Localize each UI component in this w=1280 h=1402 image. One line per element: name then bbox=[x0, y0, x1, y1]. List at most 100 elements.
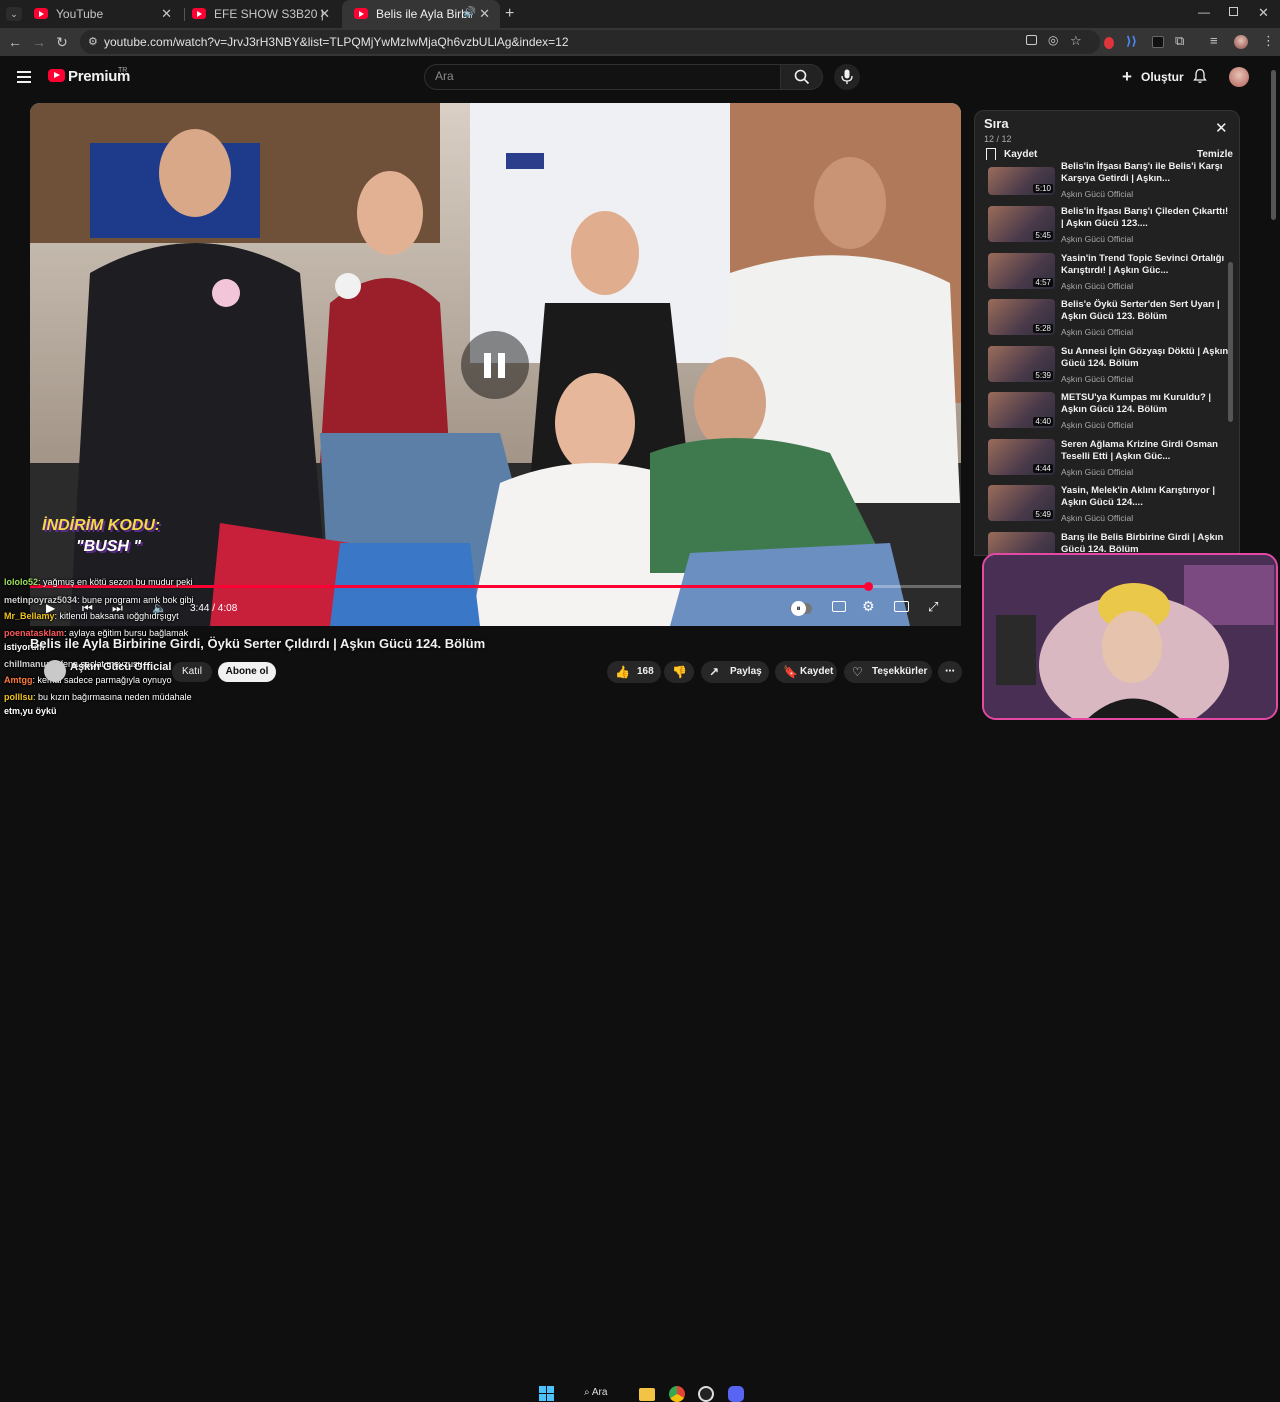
subscribe-button[interactable]: Abone ol bbox=[218, 662, 276, 682]
chat-text: : kitlendi baksana ıoğghıdrşıgyt bbox=[54, 611, 179, 621]
tab-list-button[interactable]: ⌄ bbox=[6, 7, 22, 21]
autoplay-toggle[interactable]: ⏸ bbox=[790, 601, 812, 616]
thanks-label: Teşekkürler bbox=[872, 666, 928, 677]
video-thumbnail[interactable]: 5:45 bbox=[988, 206, 1055, 242]
close-tab-icon[interactable]: ✕ bbox=[161, 6, 172, 22]
video-player[interactable]: İNDİRİM KODU: "BUSH " ▶ ⏮ ⏭ 🔈 3:44 / 4:0… bbox=[30, 103, 961, 626]
settings-gear-icon[interactable]: ⚙ bbox=[862, 598, 875, 615]
thanks-heart-icon: ♡ bbox=[852, 665, 863, 679]
back-arrow-icon[interactable]: ← bbox=[6, 33, 24, 51]
queue-item[interactable]: 5:49 Yasin, Melek'in Aklını Karıştırıyor … bbox=[975, 485, 1239, 532]
queue-item-title[interactable]: Belis'in İfşası Barış'ı Çileden Çıkarttı… bbox=[1061, 206, 1229, 230]
restore-window-icon[interactable] bbox=[1229, 7, 1238, 16]
discord-icon[interactable] bbox=[728, 1386, 744, 1402]
chrome-icon[interactable] bbox=[669, 1386, 685, 1402]
share-button[interactable]: ↗ Paylaş bbox=[701, 661, 769, 683]
microphone-icon bbox=[841, 69, 853, 84]
video-thumbnail[interactable]: 5:28 bbox=[988, 299, 1055, 335]
duration-badge: 5:39 bbox=[1033, 371, 1053, 380]
like-count: 168 bbox=[637, 666, 654, 677]
more-actions-button[interactable]: ⋯ bbox=[938, 661, 962, 683]
share-arrow-icon: ↗ bbox=[709, 665, 720, 679]
pause-overlay-icon[interactable] bbox=[461, 331, 529, 399]
create-button[interactable]: + Oluştur bbox=[1114, 65, 1184, 89]
queue-item[interactable]: 5:45 Belis'in İfşası Barış'ı Çileden Çıka… bbox=[975, 206, 1239, 253]
video-thumbnail[interactable]: 4:57 bbox=[988, 253, 1055, 289]
queue-item-channel: Aşkın Gücü Official bbox=[1061, 374, 1134, 384]
close-icon[interactable]: ✕ bbox=[1215, 119, 1228, 137]
queue-item-title[interactable]: Seren Ağlama Krizine Girdi Osman Teselli… bbox=[1061, 439, 1229, 463]
subtitles-icon[interactable] bbox=[832, 601, 846, 612]
close-tab-icon[interactable]: ✕ bbox=[479, 6, 490, 22]
obs-icon[interactable] bbox=[698, 1386, 714, 1402]
queue-item-title[interactable]: Belis'e Öykü Serter'den Sert Uyarı | Aşk… bbox=[1061, 299, 1229, 323]
minimize-window-icon[interactable]: — bbox=[1198, 5, 1210, 19]
create-label: Oluştur bbox=[1141, 70, 1184, 84]
browser-tab[interactable]: YouTube ✕ bbox=[22, 0, 182, 28]
browser-tab[interactable]: EFE SHOW S3B20 | ERAY CAN C ✕ bbox=[180, 0, 340, 28]
site-info-icon[interactable]: ⚙ bbox=[88, 35, 98, 48]
close-window-icon[interactable]: ✕ bbox=[1258, 5, 1269, 21]
thanks-button[interactable]: ♡ Teşekkürler bbox=[844, 661, 932, 683]
reading-list-icon[interactable]: ≡ bbox=[1210, 33, 1218, 48]
close-tab-icon[interactable]: ✕ bbox=[319, 6, 330, 22]
dislike-button[interactable]: 👎 bbox=[664, 661, 694, 683]
video-thumbnail[interactable]: 4:40 bbox=[988, 392, 1055, 428]
account-avatar[interactable] bbox=[1229, 67, 1249, 87]
video-thumbnail[interactable]: 5:10 bbox=[988, 167, 1055, 195]
search-input[interactable] bbox=[435, 69, 765, 83]
search-button[interactable] bbox=[781, 64, 823, 90]
queue-item-title[interactable]: Yasin, Melek'in Aklını Karıştırıyor | Aş… bbox=[1061, 485, 1229, 509]
audio-playing-icon[interactable]: 🔊 bbox=[464, 7, 476, 18]
queue-scrollbar[interactable] bbox=[1228, 172, 1233, 552]
page-scrollbar[interactable] bbox=[1271, 60, 1277, 530]
save-button[interactable]: 🔖 Kaydet bbox=[775, 661, 837, 683]
search-box[interactable] bbox=[424, 64, 781, 90]
reload-icon[interactable]: ↻ bbox=[53, 33, 71, 51]
new-tab-button[interactable]: + bbox=[505, 5, 514, 23]
join-button[interactable]: Katıl bbox=[172, 662, 212, 682]
menu-icon[interactable] bbox=[17, 71, 31, 83]
extension-icon[interactable] bbox=[1152, 36, 1164, 48]
extension-icon[interactable] bbox=[1104, 37, 1114, 49]
queue-item-title[interactable]: Su Annesi İçin Gözyaşı Döktü | Aşkın Güc… bbox=[1061, 346, 1229, 370]
queue-item-title[interactable]: METSU'ya Kumpas mı Kuruldu? | Aşkın Gücü… bbox=[1061, 392, 1229, 416]
voice-search-button[interactable] bbox=[834, 64, 860, 90]
address-bar[interactable]: ⚙ youtube.com/watch?v=JrvJ3rH3NBY&list=T… bbox=[80, 30, 1100, 54]
video-thumbnail[interactable]: 5:39 bbox=[988, 346, 1055, 382]
bookmark-star-icon[interactable]: ☆ bbox=[1070, 33, 1082, 49]
queue-item[interactable]: 5:28 Belis'e Öykü Serter'den Sert Uyarı |… bbox=[975, 299, 1239, 346]
file-explorer-icon[interactable] bbox=[639, 1388, 655, 1401]
browser-tab-active[interactable]: Belis ile Ayla Birbirine Girdi, 🔊 ✕ bbox=[342, 0, 500, 28]
notifications-bell-icon[interactable] bbox=[1192, 68, 1208, 84]
queue-item-title[interactable]: Belis'in İfşası Barış'ı ile Belis'i Karş… bbox=[1061, 161, 1229, 185]
queue-clear-button[interactable]: Temizle bbox=[1197, 149, 1233, 160]
extensions-puzzle-icon[interactable]: ⧉ bbox=[1175, 33, 1184, 49]
queue-item-title[interactable]: Yasin'in Trend Topic Sevinci Ortalığı Ka… bbox=[1061, 253, 1229, 277]
fullscreen-icon[interactable]: ⤢ bbox=[928, 599, 938, 615]
scrubber-handle[interactable] bbox=[863, 582, 873, 591]
windows-start-icon[interactable] bbox=[539, 1386, 554, 1401]
youtube-logo-icon[interactable] bbox=[48, 69, 65, 82]
extension-icon[interactable]: ⟩⟩ bbox=[1126, 34, 1137, 48]
queue-item[interactable]: 4:40 METSU'ya Kumpas mı Kuruldu? | Aşkın … bbox=[975, 392, 1239, 439]
video-thumbnail[interactable]: 5:49 bbox=[988, 485, 1055, 521]
queue-item[interactable]: 5:39 Su Annesi İçin Gözyaşı Döktü | Aşkın… bbox=[975, 346, 1239, 393]
browser-menu-icon[interactable]: ⋮ bbox=[1262, 33, 1275, 49]
chat-text: : yağmuş en kötü sezon bu mudur peki bbox=[38, 577, 193, 587]
queue-item[interactable]: 4:44 Seren Ağlama Krizine Girdi Osman Tes… bbox=[975, 439, 1239, 486]
tab-title: EFE SHOW S3B20 | ERAY CAN C bbox=[214, 7, 324, 21]
miniplayer-icon[interactable] bbox=[894, 601, 909, 612]
taskbar-search[interactable]: ⌕ Ara bbox=[584, 1387, 607, 1398]
channel-name[interactable]: Aşkın Gücü Official bbox=[70, 661, 171, 673]
eye-off-icon[interactable]: ◎ bbox=[1048, 33, 1058, 47]
youtube-favicon-icon bbox=[354, 8, 368, 19]
like-button[interactable]: 👍 168 bbox=[607, 661, 661, 683]
queue-item[interactable]: 4:57 Yasin'in Trend Topic Sevinci Ortalığ… bbox=[975, 253, 1239, 300]
forward-arrow-icon[interactable]: → bbox=[30, 33, 48, 51]
install-app-icon[interactable] bbox=[1026, 35, 1037, 45]
profile-avatar[interactable] bbox=[1234, 35, 1248, 49]
video-thumbnail[interactable]: 4:44 bbox=[988, 439, 1055, 475]
tab-title: Belis ile Ayla Birbirine Girdi, bbox=[376, 7, 472, 21]
channel-avatar[interactable] bbox=[44, 660, 66, 682]
